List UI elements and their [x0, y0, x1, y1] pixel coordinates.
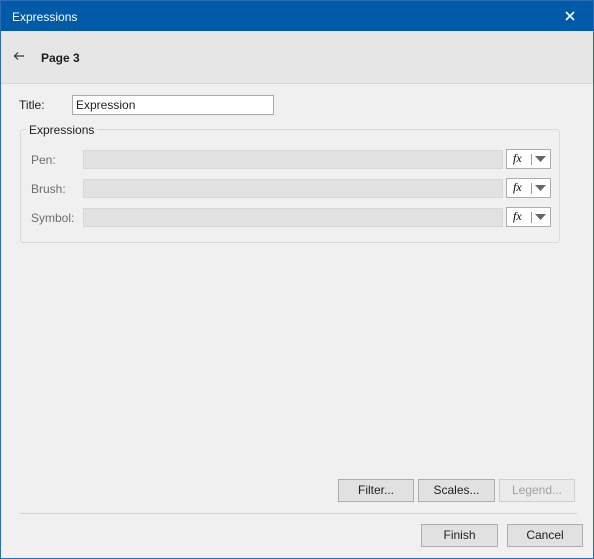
finish-button[interactable]: Finish [421, 524, 498, 547]
scales-button[interactable]: Scales... [418, 479, 495, 502]
page-header: Page 3 [1, 31, 593, 84]
title-input[interactable] [72, 95, 274, 115]
symbol-expression-field[interactable] [83, 208, 503, 227]
back-button[interactable] [10, 47, 28, 65]
function-icon: fx [513, 151, 522, 165]
close-icon [565, 11, 575, 21]
brush-function-button[interactable]: fx [506, 178, 551, 198]
footer-divider [20, 513, 577, 514]
title-bar: Expressions [1, 1, 593, 31]
close-button[interactable] [547, 1, 593, 31]
pen-expression-field[interactable] [83, 150, 503, 169]
pen-function-button[interactable]: fx [506, 149, 551, 169]
chevron-down-icon [535, 214, 546, 220]
button-separator [531, 212, 532, 223]
button-separator [531, 183, 532, 194]
window-title: Expressions [12, 10, 78, 24]
symbol-function-button[interactable]: fx [506, 207, 551, 227]
chevron-down-icon [535, 156, 546, 162]
brush-label: Brush: [31, 182, 66, 196]
button-separator [531, 154, 532, 165]
expressions-dialog: Expressions Page 3 Title: Expressions Pe… [0, 0, 594, 559]
symbol-label: Symbol: [31, 211, 75, 225]
function-icon: fx [513, 180, 522, 194]
arrow-left-icon [13, 52, 24, 60]
cancel-button[interactable]: Cancel [507, 524, 583, 547]
brush-expression-field[interactable] [83, 179, 503, 198]
filter-button[interactable]: Filter... [338, 479, 414, 502]
chevron-down-icon [535, 185, 546, 191]
expressions-group-caption: Expressions [26, 123, 98, 137]
title-label: Title: [19, 98, 45, 112]
function-icon: fx [513, 209, 522, 223]
page-title: Page 3 [41, 51, 80, 65]
legend-button[interactable]: Legend... [499, 479, 575, 502]
pen-label: Pen: [31, 153, 56, 167]
